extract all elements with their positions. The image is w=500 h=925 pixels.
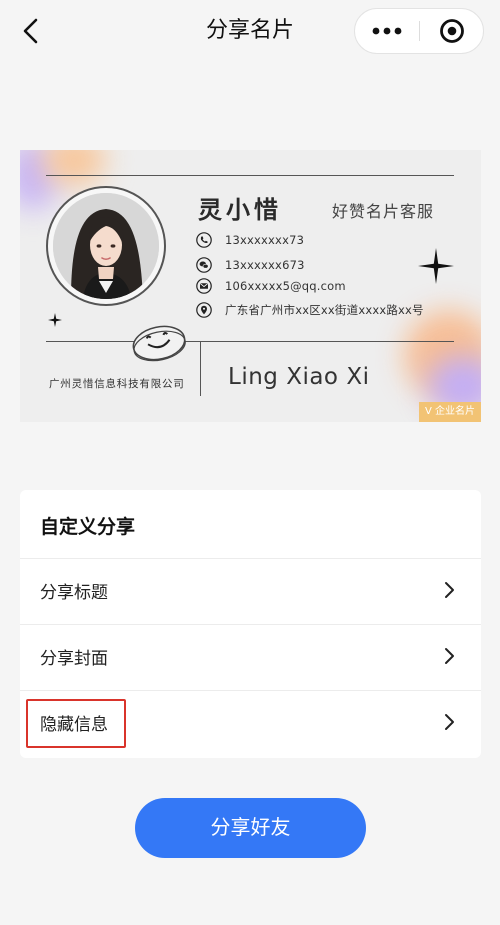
avatar bbox=[53, 193, 159, 299]
company-name: 广州灵惜信息科技有限公司 bbox=[49, 378, 185, 390]
share-title-label: 分享标题 bbox=[40, 583, 108, 603]
hide-info-row[interactable]: 隐藏信息 bbox=[20, 690, 481, 756]
share-title-row[interactable]: 分享标题 bbox=[20, 558, 481, 624]
close-miniprogram-button[interactable] bbox=[421, 9, 483, 53]
card-vertical-line bbox=[200, 342, 201, 396]
more-dots-icon bbox=[372, 27, 402, 35]
custom-share-heading: 自定义分享 bbox=[40, 516, 136, 538]
more-button[interactable] bbox=[355, 9, 419, 53]
smiley-sticker-icon bbox=[132, 325, 186, 362]
row-divider bbox=[20, 624, 481, 625]
chevron-right-icon bbox=[445, 648, 454, 664]
phone-icon bbox=[196, 232, 212, 248]
enterprise-card-badge: V 企业名片 bbox=[418, 402, 481, 422]
row-divider bbox=[20, 558, 481, 559]
row-divider bbox=[20, 690, 481, 691]
hide-info-label: 隐藏信息 bbox=[40, 715, 108, 735]
capsule-divider bbox=[419, 21, 420, 41]
phone-row: 13xxxxxxx73 bbox=[196, 231, 304, 249]
business-card-preview[interactable]: 灵小惜 好赞名片客服 13xxxxxxx73 13xxxxxx673 106xx… bbox=[20, 150, 481, 422]
avatar-portrait bbox=[53, 193, 159, 299]
location-pin-icon bbox=[196, 302, 212, 318]
chevron-right-icon bbox=[445, 582, 454, 598]
address-text: 广东省广州市xx区xx街道xxxx路xx号 bbox=[225, 303, 424, 317]
share-to-friends-button[interactable]: 分享好友 bbox=[135, 798, 366, 858]
chevron-right-icon bbox=[445, 714, 454, 730]
card-top-line bbox=[46, 175, 454, 176]
share-cover-row[interactable]: 分享封面 bbox=[20, 624, 481, 690]
card-job-title: 好赞名片客服 bbox=[332, 202, 435, 221]
email-row: 106xxxxx5@qq.com bbox=[196, 277, 346, 295]
sparkle-icon bbox=[48, 313, 62, 327]
sparkle-icon bbox=[418, 248, 454, 284]
wechat-id: 13xxxxxx673 bbox=[225, 258, 305, 272]
target-close-icon bbox=[440, 19, 464, 43]
custom-share-panel: 自定义分享 分享标题 分享封面 隐藏信息 bbox=[20, 490, 481, 758]
card-middle-line bbox=[46, 341, 454, 342]
card-person-name: 灵小惜 bbox=[198, 196, 282, 224]
mini-program-capsule bbox=[354, 8, 484, 54]
wechat-row: 13xxxxxx673 bbox=[196, 256, 305, 274]
share-cover-label: 分享封面 bbox=[40, 649, 108, 669]
english-name: Ling Xiao Xi bbox=[228, 364, 370, 390]
phone-number: 13xxxxxxx73 bbox=[225, 233, 305, 247]
wechat-icon bbox=[196, 257, 212, 273]
address-row: 广东省广州市xx区xx街道xxxx路xx号 bbox=[196, 301, 424, 319]
email-icon bbox=[196, 278, 212, 294]
email-address: 106xxxxx5@qq.com bbox=[225, 279, 346, 293]
navigation-bar: 分享名片 bbox=[0, 0, 500, 64]
